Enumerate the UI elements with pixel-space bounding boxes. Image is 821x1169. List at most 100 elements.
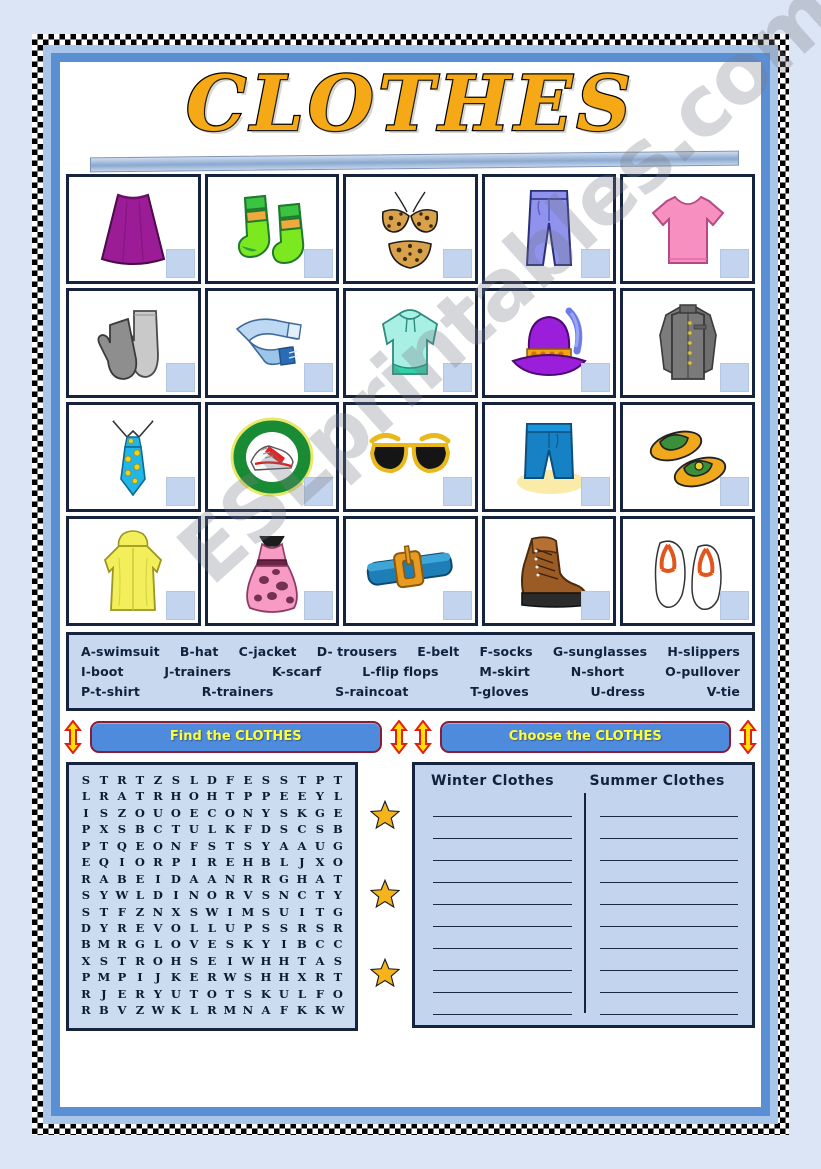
answer-box[interactable]	[442, 249, 472, 278]
answer-box[interactable]	[165, 363, 195, 392]
word-search-letter[interactable]: O	[150, 953, 166, 969]
word-search-letter[interactable]: O	[168, 920, 184, 936]
word-search-letter[interactable]: L	[294, 986, 310, 1002]
word-search-letter[interactable]: R	[132, 986, 148, 1002]
word-search-letter[interactable]: H	[168, 953, 184, 969]
word-search-letter[interactable]: O	[204, 986, 220, 1002]
word-search-letter[interactable]: I	[114, 854, 130, 870]
word-search-letter[interactable]: C	[150, 821, 166, 837]
word-search-letter[interactable]: D	[258, 821, 274, 837]
word-search-letter[interactable]: E	[330, 805, 346, 821]
word-search-letter[interactable]: F	[114, 904, 130, 920]
word-search-grid[interactable]: STRTZSLDFESSTPTLRATRHOHTPPEEYLISZOUOECON…	[66, 762, 358, 1031]
word-search-letter[interactable]: Y	[258, 838, 274, 854]
answer-line[interactable]	[599, 795, 738, 817]
word-search-letter[interactable]: K	[294, 805, 310, 821]
word-search-letter[interactable]: L	[186, 1002, 202, 1018]
word-search-letter[interactable]: W	[222, 969, 238, 985]
word-search-letter[interactable]: K	[312, 1002, 328, 1018]
word-search-letter[interactable]: Y	[96, 887, 112, 903]
word-search-letter[interactable]: O	[168, 936, 184, 952]
answer-line[interactable]	[433, 839, 572, 861]
word-search-letter[interactable]: U	[276, 986, 292, 1002]
word-search-letter[interactable]: I	[168, 887, 184, 903]
word-search-letter[interactable]: A	[96, 871, 112, 887]
word-search-letter[interactable]: H	[204, 788, 220, 804]
word-search-letter[interactable]: E	[222, 854, 238, 870]
word-search-letter[interactable]: T	[114, 953, 130, 969]
word-search-letter[interactable]: P	[78, 969, 94, 985]
word-search-letter[interactable]: H	[258, 969, 274, 985]
word-search-letter[interactable]: V	[150, 920, 166, 936]
word-search-letter[interactable]: T	[312, 887, 328, 903]
word-search-letter[interactable]: Y	[258, 805, 274, 821]
word-search-letter[interactable]: A	[204, 871, 220, 887]
answer-box[interactable]	[581, 591, 611, 620]
word-search-letter[interactable]: R	[114, 936, 130, 952]
word-search-letter[interactable]: S	[78, 772, 94, 788]
answer-line[interactable]	[433, 949, 572, 971]
word-search-letter[interactable]: S	[186, 953, 202, 969]
word-search-letter[interactable]: X	[294, 969, 310, 985]
word-search-letter[interactable]: T	[96, 772, 112, 788]
word-search-letter[interactable]: O	[186, 788, 202, 804]
word-search-letter[interactable]: Y	[330, 887, 346, 903]
word-search-letter[interactable]: T	[96, 904, 112, 920]
answer-box[interactable]	[165, 249, 195, 278]
word-search-letter[interactable]: O	[330, 854, 346, 870]
answer-box[interactable]	[304, 249, 334, 278]
answer-line[interactable]	[433, 861, 572, 883]
word-search-letter[interactable]: L	[276, 854, 292, 870]
word-search-letter[interactable]: V	[240, 887, 256, 903]
word-search-letter[interactable]: C	[294, 821, 310, 837]
word-search-letter[interactable]: T	[222, 986, 238, 1002]
word-search-letter[interactable]: R	[222, 887, 238, 903]
word-search-letter[interactable]: S	[258, 904, 274, 920]
word-search-letter[interactable]: I	[294, 904, 310, 920]
answer-box[interactable]	[581, 249, 611, 278]
word-search-letter[interactable]: O	[222, 805, 238, 821]
answer-box[interactable]	[442, 477, 472, 506]
word-search-letter[interactable]: M	[96, 969, 112, 985]
word-search-letter[interactable]: M	[222, 1002, 238, 1018]
word-search-letter[interactable]: K	[294, 1002, 310, 1018]
word-search-letter[interactable]: Y	[312, 788, 328, 804]
word-search-letter[interactable]: U	[276, 904, 292, 920]
word-search-letter[interactable]: S	[240, 986, 256, 1002]
word-search-letter[interactable]: T	[330, 871, 346, 887]
word-search-letter[interactable]: I	[186, 854, 202, 870]
word-search-letter[interactable]: R	[330, 920, 346, 936]
word-search-letter[interactable]: S	[78, 887, 94, 903]
word-search-letter[interactable]: L	[186, 920, 202, 936]
word-search-letter[interactable]: N	[240, 805, 256, 821]
word-search-letter[interactable]: T	[312, 904, 328, 920]
answer-line[interactable]	[599, 839, 738, 861]
word-search-letter[interactable]: T	[222, 838, 238, 854]
word-search-letter[interactable]: O	[204, 887, 220, 903]
word-search-letter[interactable]: X	[78, 953, 94, 969]
word-search-letter[interactable]: S	[258, 920, 274, 936]
word-search-letter[interactable]: W	[150, 1002, 166, 1018]
word-search-letter[interactable]: P	[114, 969, 130, 985]
word-search-letter[interactable]: C	[294, 887, 310, 903]
word-search-letter[interactable]: K	[240, 936, 256, 952]
word-search-letter[interactable]: L	[78, 788, 94, 804]
word-search-letter[interactable]: L	[186, 772, 202, 788]
winter-answer-column[interactable]	[425, 795, 580, 1015]
summer-answer-column[interactable]	[580, 795, 743, 1015]
answer-box[interactable]	[720, 249, 749, 278]
word-search-letter[interactable]: F	[240, 821, 256, 837]
word-search-letter[interactable]: F	[186, 838, 202, 854]
word-search-letter[interactable]: F	[222, 772, 238, 788]
word-search-letter[interactable]: P	[240, 788, 256, 804]
word-search-letter[interactable]: I	[276, 936, 292, 952]
word-search-letter[interactable]: H	[294, 871, 310, 887]
word-search-letter[interactable]: V	[186, 936, 202, 952]
word-search-letter[interactable]: Z	[132, 904, 148, 920]
word-search-letter[interactable]: H	[276, 969, 292, 985]
word-search-letter[interactable]: A	[276, 838, 292, 854]
word-search-letter[interactable]: T	[186, 986, 202, 1002]
word-search-letter[interactable]: S	[312, 920, 328, 936]
answer-line[interactable]	[599, 883, 738, 905]
word-search-letter[interactable]: Y	[150, 986, 166, 1002]
